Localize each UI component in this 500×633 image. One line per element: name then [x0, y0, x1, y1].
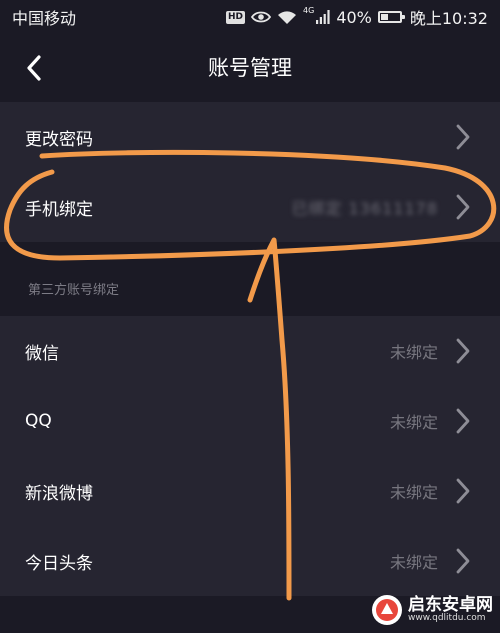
eye-icon [251, 10, 272, 24]
weibo-binding-row[interactable]: 新浪微博 未绑定 [0, 456, 500, 526]
battery-icon [377, 11, 405, 23]
battery-fill [380, 14, 388, 20]
qq-label: QQ [25, 411, 52, 431]
watermark-url: www.qdlitdu.com [408, 613, 486, 624]
change-password-label: 更改密码 [25, 129, 93, 150]
third-party-section-header: 第三方账号绑定 [0, 261, 500, 316]
wifi-icon [277, 10, 297, 25]
third-party-group: 微信 未绑定 QQ 未绑定 新浪微博 未绑定 今日头条 未绑定 [0, 316, 500, 596]
phone-binding-label: 手机绑定 [25, 199, 93, 220]
chevron-right-icon [452, 123, 474, 151]
weibo-label: 新浪微博 [25, 483, 93, 504]
carrier-name: 中国移动 [12, 9, 77, 28]
wechat-binding-row[interactable]: 微信 未绑定 [0, 316, 500, 386]
nav-bar: 账号管理 [0, 34, 500, 102]
wechat-status: 未绑定 [389, 343, 438, 362]
signal-icon [316, 10, 330, 24]
phone-binding-row[interactable]: 手机绑定 已绑定 13611178 [0, 172, 500, 242]
network-type: 4G [303, 6, 315, 15]
toutiao-status: 未绑定 [389, 553, 438, 572]
toutiao-binding-row[interactable]: 今日头条 未绑定 [0, 526, 500, 596]
chevron-right-icon [452, 547, 474, 575]
hd-icon: HD [226, 10, 246, 24]
wechat-label: 微信 [25, 343, 59, 364]
third-party-section-title: 第三方账号绑定 [28, 283, 120, 298]
weibo-status: 未绑定 [389, 483, 438, 502]
account-settings-group: 更改密码 手机绑定 已绑定 13611178 [0, 102, 500, 242]
battery-percent: 40% [336, 7, 372, 27]
chevron-right-icon [452, 477, 474, 505]
qq-status: 未绑定 [389, 413, 438, 432]
phone-binding-value: 已绑定 13611178 [291, 199, 438, 218]
clock-time: 晚上10:32 [409, 9, 488, 28]
watermark-name: 启东安卓网 [408, 594, 493, 615]
status-icons: HD 4G 40% 晚上10:32 [226, 5, 488, 29]
page-title: 账号管理 [208, 56, 292, 80]
chevron-right-icon [452, 337, 474, 365]
site-watermark: 启东安卓网 www.qdlitdu.com [370, 590, 498, 630]
watermark-logo-icon [372, 595, 402, 625]
change-password-row[interactable]: 更改密码 [0, 102, 500, 172]
chevron-right-icon [452, 407, 474, 435]
toutiao-label: 今日头条 [25, 553, 93, 574]
chevron-right-icon [452, 193, 474, 221]
status-bar: 中国移动 HD 4G 40% 晚上10:32 [0, 0, 500, 34]
qq-binding-row[interactable]: QQ 未绑定 [0, 386, 500, 456]
